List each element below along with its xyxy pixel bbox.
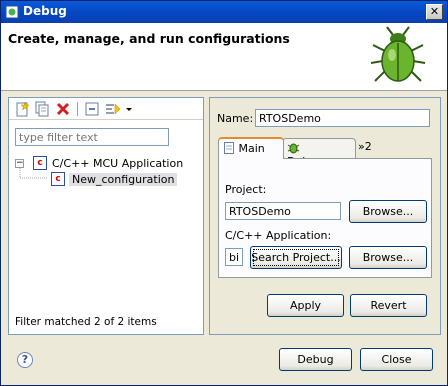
config-toolbar	[9, 98, 203, 120]
debugger-tab-icon	[287, 143, 300, 154]
collapse-all-icon[interactable]	[84, 101, 100, 117]
collapse-icon[interactable]: −	[15, 159, 24, 168]
apply-button[interactable]: Apply	[267, 294, 344, 317]
tree-item-label: C/C++ MCU Application	[52, 157, 184, 170]
tab-debugger[interactable]: Debugger	[282, 138, 356, 168]
window-title: Debug	[23, 4, 67, 18]
tree-connector-lines	[19, 168, 47, 179]
tab-main[interactable]: Main	[218, 137, 284, 159]
filter-status: Filter matched 2 of 2 items	[15, 316, 157, 328]
tab-overflow-indicator[interactable]: »2	[358, 140, 372, 153]
search-project-button[interactable]: Search Project...	[250, 246, 342, 269]
filter-configs-icon[interactable]	[105, 101, 121, 117]
application-label: C/C++ Application:	[225, 229, 332, 242]
config-editor-panel: Name: Main Debugger »2 Project:	[209, 97, 441, 335]
toolbar-separator	[77, 102, 78, 116]
view-menu-chevron-down-icon[interactable]	[124, 101, 134, 117]
config-name-input[interactable]	[255, 109, 430, 127]
banner-heading: Create, manage, and run configurations	[8, 31, 290, 46]
config-tabs: Main Debugger »2	[218, 137, 432, 168]
main-tab-content: Project: Browse... C/C++ Application: Se…	[218, 158, 432, 278]
header-banner: Create, manage, and run configurations	[1, 23, 447, 91]
close-button[interactable]: Close	[360, 348, 433, 371]
name-label: Name:	[217, 112, 254, 125]
debug-dialog: Debug ✕ Create, manage, and run configur…	[0, 0, 448, 386]
browse-project-button[interactable]: Browse...	[349, 200, 427, 223]
help-icon[interactable]: ?	[17, 352, 33, 368]
debug-app-icon	[5, 5, 19, 19]
title-bar[interactable]: Debug ✕	[1, 1, 447, 23]
bug-icon	[370, 26, 426, 82]
project-input[interactable]	[225, 202, 341, 220]
duplicate-config-icon[interactable]	[34, 101, 50, 117]
revert-button[interactable]: Revert	[350, 294, 427, 317]
application-input[interactable]	[225, 248, 243, 266]
configurations-panel: − c C/C++ MCU Application c New_configur…	[8, 97, 204, 335]
new-config-icon[interactable]	[14, 101, 30, 117]
tab-main-label: Main	[238, 142, 265, 155]
debug-button[interactable]: Debug	[279, 348, 352, 371]
delete-config-icon[interactable]	[55, 101, 71, 117]
project-label: Project:	[225, 183, 267, 196]
close-window-button[interactable]: ✕	[426, 4, 443, 20]
filter-input[interactable]	[15, 128, 169, 146]
cpp-config-icon: c	[51, 172, 65, 186]
tree-item-label: New_configuration	[69, 173, 178, 186]
browse-application-button[interactable]: Browse...	[349, 246, 427, 269]
main-tab-icon	[224, 142, 234, 154]
